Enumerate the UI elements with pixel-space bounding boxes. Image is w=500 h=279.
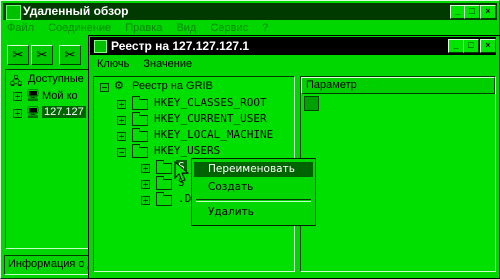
- computer-icon: 🖥: [26, 90, 40, 102]
- outer-tree-panel: 🖧 Доступные + 🖥 Мой ко + 🖥 127.127: [5, 69, 93, 249]
- value-icon[interactable]: [304, 96, 319, 111]
- folder-icon: [132, 112, 148, 126]
- expand-icon[interactable]: +: [117, 132, 126, 141]
- close-button[interactable]: ×: [480, 39, 496, 53]
- registry-title: Реестр на 127.127.127.1: [111, 39, 250, 53]
- maximize-button[interactable]: □: [464, 5, 480, 19]
- menu-connection[interactable]: Соединение: [48, 22, 111, 34]
- tree-subkey-default[interactable]: .D: [178, 192, 191, 206]
- folder-icon: [132, 96, 148, 110]
- app-icon: [6, 5, 21, 20]
- collapse-icon[interactable]: −: [117, 148, 126, 157]
- outer-statusbar: Информация о д: [4, 255, 96, 275]
- tree-hklm[interactable]: HKEY_LOCAL_MACHINE: [154, 128, 273, 142]
- folder-icon: [156, 176, 172, 190]
- expand-icon[interactable]: +: [141, 164, 150, 173]
- tree-item-remote[interactable]: 127.127: [42, 106, 86, 118]
- registry-titlebar[interactable]: Реестр на 127.127.127.1 _ □ ×: [90, 37, 496, 55]
- outer-toolbar: ✂ ✂ ✂: [3, 43, 97, 67]
- menu-value[interactable]: Значение: [143, 58, 192, 70]
- folder-icon: [156, 160, 172, 174]
- menu-service[interactable]: Сервис: [210, 22, 248, 34]
- registry-root-icon: ⚙: [114, 80, 124, 92]
- folder-icon: [132, 128, 148, 142]
- menu-separator: [196, 199, 311, 202]
- menu-file[interactable]: Файл: [7, 22, 34, 34]
- expand-icon[interactable]: +: [13, 92, 22, 101]
- status-text: Информация о д: [8, 258, 94, 270]
- context-create[interactable]: Создать: [208, 181, 253, 193]
- menu-view[interactable]: Вид: [176, 22, 196, 34]
- outer-titlebar[interactable]: Удаленный обзор _ □ ×: [3, 3, 497, 20]
- expand-icon[interactable]: +: [141, 196, 150, 205]
- tree-item-my-computer[interactable]: Мой ко: [42, 90, 78, 102]
- tree-hku[interactable]: HKEY_USERS: [154, 144, 220, 158]
- context-rename[interactable]: Переименовать: [208, 163, 295, 175]
- folder-icon: [132, 144, 148, 158]
- remote-computer-icon: 🖥: [26, 107, 40, 119]
- menu-key[interactable]: Ключь: [97, 58, 129, 70]
- column-header-parameter[interactable]: Параметр: [301, 77, 495, 94]
- connect-icon[interactable]: ✂: [7, 45, 29, 65]
- registry-window: Реестр на 127.127.127.1 _ □ × Ключь Знач…: [88, 35, 500, 279]
- menu-edit[interactable]: Правка: [125, 22, 162, 34]
- tree-root[interactable]: Реестр на GRIB: [132, 80, 213, 92]
- mouse-cursor-icon: [174, 161, 190, 182]
- outer-title: Удаленный обзор: [23, 4, 129, 18]
- registry-menubar: Ключь Значение: [97, 58, 203, 70]
- close-button[interactable]: ×: [480, 5, 496, 19]
- tree-root-label[interactable]: Доступные: [28, 73, 84, 85]
- maximize-button[interactable]: □: [463, 39, 479, 53]
- disconnect-icon[interactable]: ✂: [31, 45, 53, 65]
- context-delete[interactable]: Удалить: [208, 206, 254, 218]
- expand-icon[interactable]: +: [117, 100, 126, 109]
- expand-icon[interactable]: +: [117, 116, 126, 125]
- registry-icon: [94, 40, 107, 53]
- network-icon: 🖧: [10, 76, 23, 88]
- expand-icon[interactable]: +: [13, 109, 22, 118]
- tree-hkcr[interactable]: HKEY_CLASSES_ROOT: [154, 96, 267, 110]
- context-menu: Переименовать Создать Удалить: [191, 158, 316, 226]
- minimize-button[interactable]: _: [448, 39, 464, 53]
- tree-hkcu[interactable]: HKEY_CURRENT_USER: [154, 112, 267, 126]
- collapse-icon[interactable]: −: [100, 83, 109, 92]
- menu-help[interactable]: ?: [262, 22, 268, 34]
- expand-icon[interactable]: +: [141, 180, 150, 189]
- registry-values-pane: Параметр: [300, 76, 496, 272]
- tool-icon[interactable]: ✂: [59, 45, 81, 65]
- outer-menubar: Файл Соединение Правка Вид Сервис ?: [7, 22, 279, 36]
- folder-icon: [156, 192, 172, 206]
